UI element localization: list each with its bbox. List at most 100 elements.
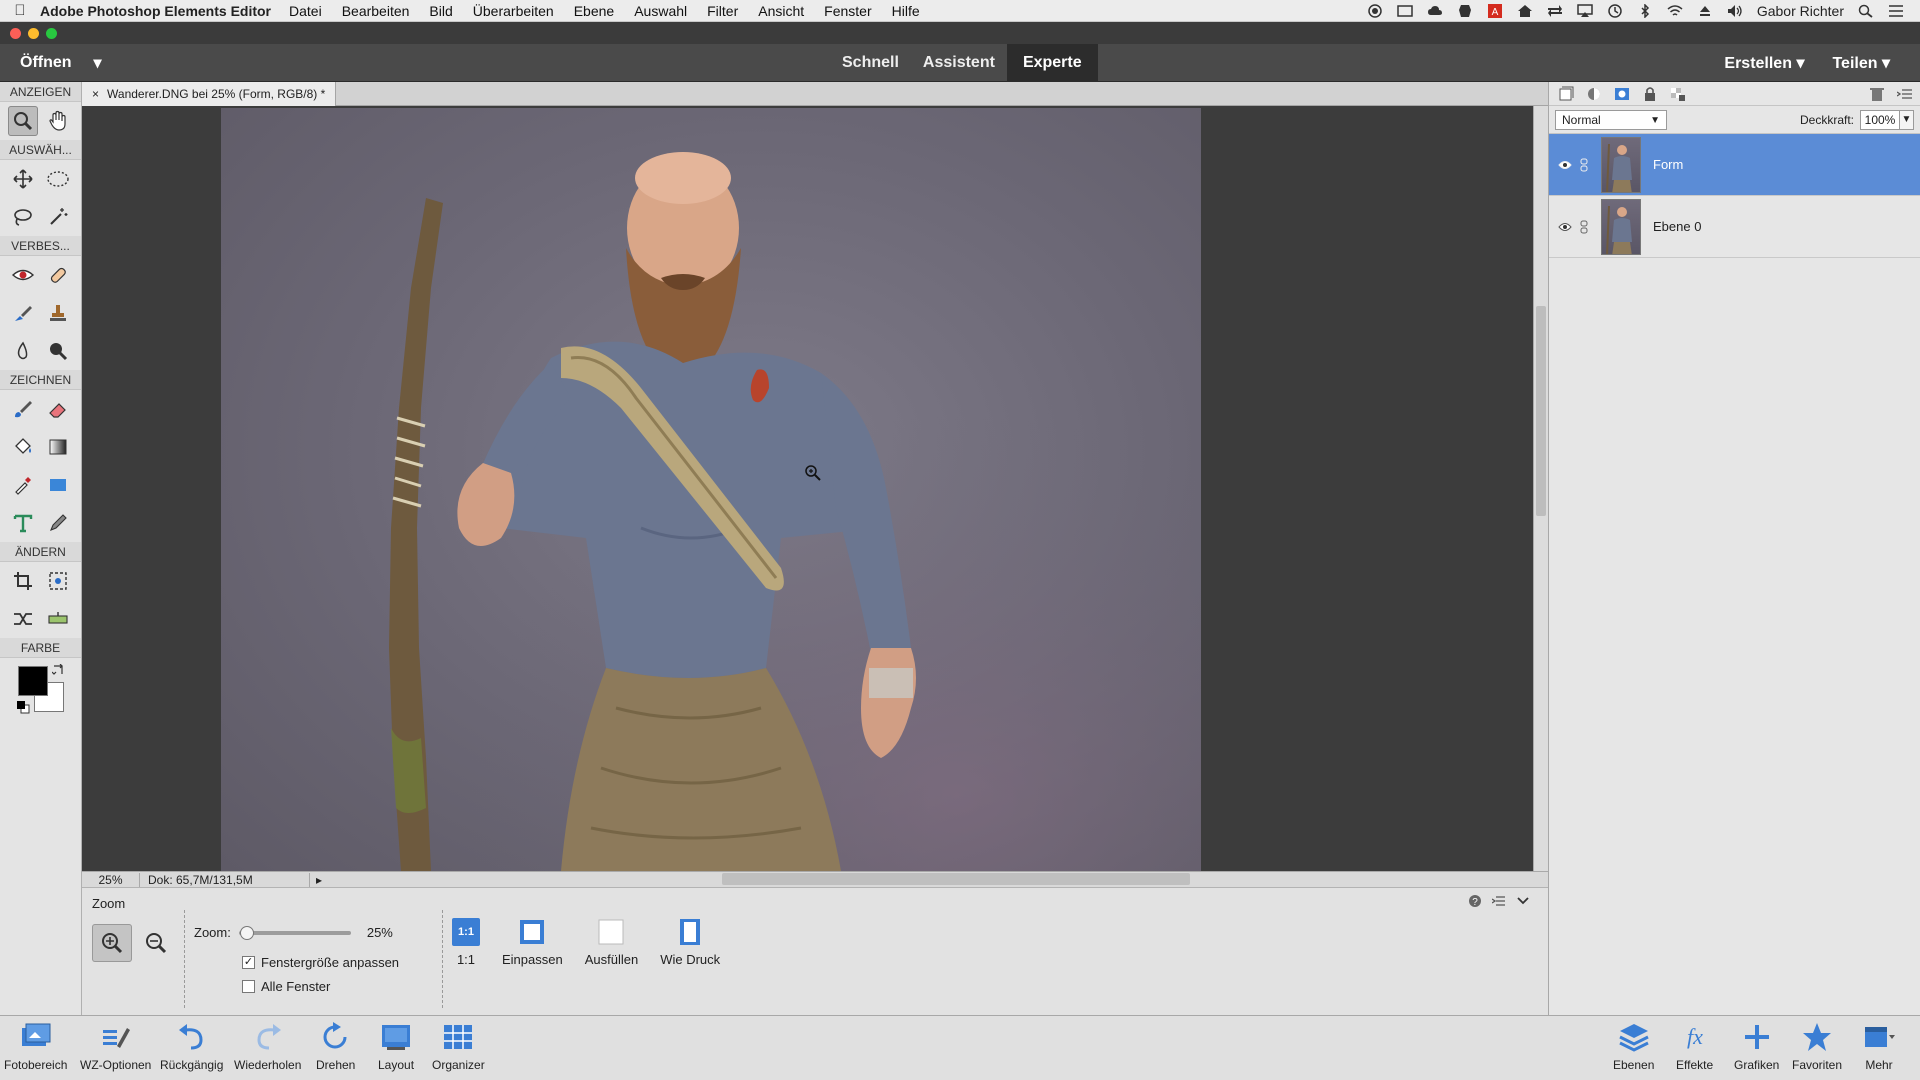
zoom-slider[interactable] [238,925,351,940]
new-layer-icon[interactable] [1557,86,1575,102]
apple-menu-icon[interactable]:  [0,2,40,19]
status-zoom-value[interactable]: 25% [82,872,140,887]
blend-mode-select[interactable]: Normal ▼ [1555,109,1667,130]
layer-name[interactable]: Form [1653,157,1683,172]
more-button[interactable]: Mehr [1862,1020,1896,1072]
spotlight-search-icon[interactable] [1858,4,1874,18]
horizontal-scroll-thumb[interactable] [722,873,1190,885]
pencil-tool[interactable] [43,508,73,538]
menu-fenster[interactable]: Fenster [824,3,871,19]
menu-filter[interactable]: Filter [707,3,738,19]
ellipse-marquee-tool[interactable] [43,164,73,194]
close-tab-icon[interactable]: × [92,87,99,101]
zoom-window-icon[interactable] [46,28,57,39]
canvas-area[interactable] [82,106,1533,871]
layer-mask-icon[interactable] [1613,86,1631,102]
volume-icon[interactable] [1727,4,1743,18]
visibility-eye-icon[interactable] [1555,222,1575,232]
help-icon[interactable]: ? [1468,894,1482,908]
undo-button[interactable]: Rückgängig [160,1020,223,1072]
visibility-eye-icon[interactable] [1555,160,1575,170]
foreground-color-swatch[interactable] [18,666,48,696]
zoom-in-button[interactable] [92,924,132,962]
home-icon[interactable] [1517,4,1533,18]
tab-assistent[interactable]: Assistent [911,44,1007,82]
vertical-scroll-thumb[interactable] [1536,306,1546,516]
menu-ebene[interactable]: Ebene [574,3,614,19]
airplay-icon[interactable] [1577,3,1593,18]
menu-hilfe[interactable]: Hilfe [892,3,920,19]
swap-colors-icon[interactable] [52,664,64,676]
move-tool[interactable] [8,164,38,194]
lasso-tool[interactable] [8,202,38,232]
time-machine-icon[interactable] [1607,3,1623,18]
display-icon[interactable] [1397,4,1413,18]
rotate-button[interactable]: Drehen [316,1020,355,1072]
hand-tool[interactable] [43,106,73,136]
layer-row-form[interactable]: Form [1549,134,1920,196]
straighten-tool[interactable] [43,604,73,634]
tool-options-button[interactable]: WZ-Optionen [80,1020,151,1072]
view-print-size-button[interactable]: Wie Druck [660,918,720,967]
bluetooth-icon[interactable] [1637,3,1653,18]
vertical-scrollbar[interactable] [1533,106,1548,871]
layer-link-icon[interactable] [1575,158,1593,172]
view-fill-button[interactable]: Ausfüllen [585,918,638,967]
tab-schnell[interactable]: Schnell [830,44,911,82]
layers-panel-button[interactable]: Ebenen [1613,1020,1654,1072]
notification-center-icon[interactable] [1888,4,1904,18]
fit-window-checkbox[interactable]: ✓ [242,956,255,969]
effects-button[interactable]: fx Effekte [1676,1020,1713,1072]
adobe-icon[interactable]: A [1487,3,1503,18]
eject-icon[interactable] [1697,4,1713,18]
organizer-button[interactable]: Organizer [432,1020,485,1072]
spot-healing-tool[interactable] [43,260,73,290]
open-button[interactable]: Öffnen ▾ [20,53,102,73]
share-arrows-icon[interactable] [1547,4,1563,18]
menu-bearbeiten[interactable]: Bearbeiten [342,3,410,19]
paint-bucket-tool[interactable] [8,432,38,462]
default-colors-icon[interactable] [16,700,30,714]
all-windows-checkbox[interactable] [242,980,255,993]
menu-ueberarbeiten[interactable]: Überarbeiten [473,3,554,19]
layer-row-ebene-0[interactable]: Ebene 0 [1549,196,1920,258]
crop-tool[interactable] [8,566,38,596]
cloud-icon[interactable] [1427,4,1443,18]
brush-tool[interactable] [8,394,38,424]
minimize-window-icon[interactable] [28,28,39,39]
menu-ansicht[interactable]: Ansicht [758,3,804,19]
opacity-dropdown-icon[interactable]: ▼ [1900,109,1914,130]
fit-window-option[interactable]: ✓ Fenstergröße anpassen [242,955,399,970]
opacity-input[interactable]: 100% [1860,109,1900,130]
share-menu-button[interactable]: Teilen ▾ [1832,53,1890,73]
delete-layer-icon[interactable] [1868,86,1886,102]
layers-panel-menu-icon[interactable] [1896,86,1914,102]
smart-brush-tool[interactable] [8,298,38,328]
gradient-tool[interactable] [43,432,73,462]
layout-button[interactable]: Layout [378,1020,414,1072]
close-window-icon[interactable] [10,28,21,39]
sponge-tool[interactable] [43,336,73,366]
zoom-tool[interactable] [8,106,39,136]
adjustment-layer-icon[interactable] [1585,86,1603,102]
status-menu-arrow-icon[interactable]: ▸ [316,873,322,887]
eyedropper-tool[interactable] [8,470,38,500]
create-menu-button[interactable]: Erstellen ▾ [1724,53,1804,73]
red-eye-tool[interactable] [8,260,38,290]
menu-auswahl[interactable]: Auswahl [634,3,687,19]
content-aware-move-tool[interactable] [8,604,38,634]
document-tab[interactable]: × Wanderer.DNG bei 25% (Form, RGB/8) * [82,82,337,106]
recompose-tool[interactable] [43,566,73,596]
wifi-icon[interactable] [1667,4,1683,18]
menu-datei[interactable]: Datei [289,3,322,19]
zoom-out-button[interactable] [136,924,176,962]
layer-link-icon[interactable] [1575,220,1593,234]
all-windows-option[interactable]: Alle Fenster [242,979,330,994]
evernote-icon[interactable] [1457,4,1473,18]
panel-menu-icon[interactable] [1492,894,1506,908]
redo-button[interactable]: Wiederholen [234,1020,301,1072]
layer-name[interactable]: Ebene 0 [1653,219,1701,234]
eraser-tool[interactable] [43,394,73,424]
app-name-menu[interactable]: Adobe Photoshop Elements Editor [40,3,271,19]
lock-transparent-icon[interactable] [1669,86,1687,102]
